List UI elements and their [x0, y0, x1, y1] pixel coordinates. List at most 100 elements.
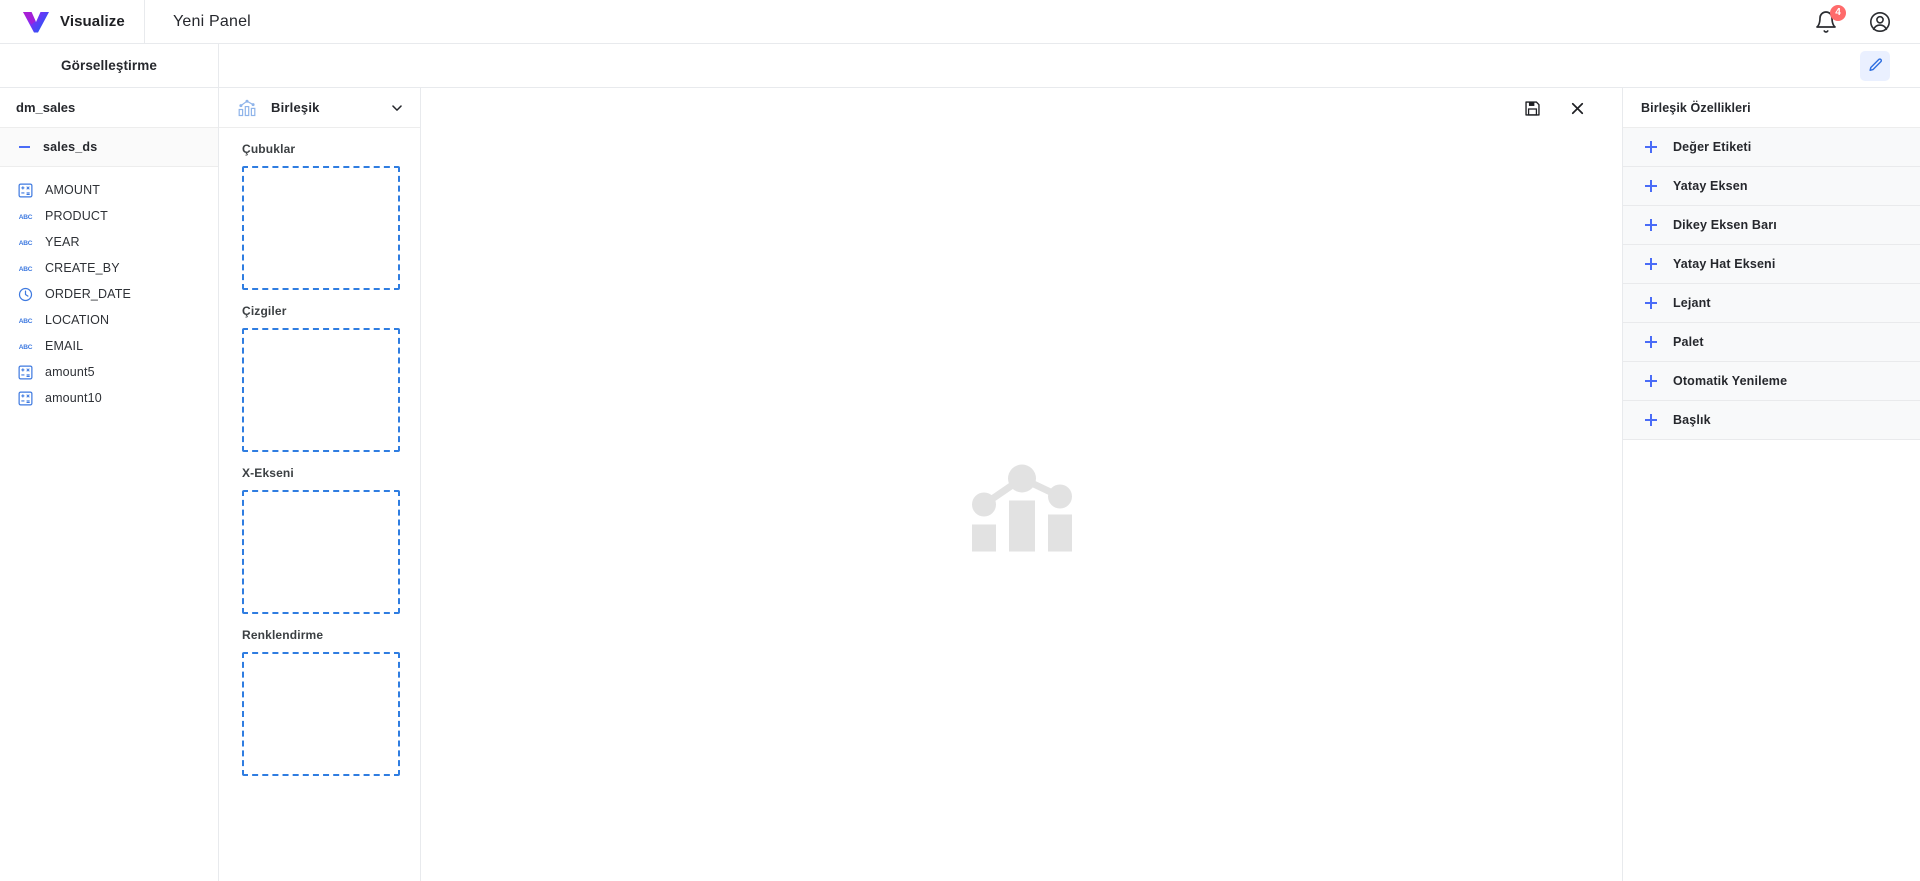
- field-item-order-date[interactable]: ORDER_DATE: [0, 281, 218, 307]
- abc-text-field-icon: ABC: [19, 213, 33, 220]
- property-label: Yatay Eksen: [1673, 179, 1748, 193]
- field-label: amount10: [45, 391, 102, 405]
- sub-toolbar: Görselleştirme: [0, 43, 1920, 88]
- chart-type-selector[interactable]: Birleşik: [219, 88, 420, 128]
- chevron-down-icon: [392, 104, 402, 111]
- abc-text-field-icon: ABC: [19, 239, 33, 246]
- plus-icon: [1645, 375, 1657, 387]
- shelf-zone-label: Çubuklar: [242, 142, 296, 156]
- field-label: EMAIL: [45, 339, 84, 353]
- shelf-zone-renklendirme: Renklendirme: [219, 628, 420, 776]
- chart-type-label: Birleşik: [271, 100, 320, 115]
- numeric-field-icon: [18, 365, 33, 379]
- shelf-zone-cizgiler: Çizgiler: [219, 304, 420, 452]
- minus-icon: [18, 141, 30, 153]
- property-row-yatay-eksen[interactable]: Yatay Eksen: [1623, 167, 1920, 206]
- dropzone-x-ekseni[interactable]: [242, 490, 400, 614]
- close-x-icon[interactable]: [1569, 100, 1586, 117]
- account-circle-icon[interactable]: [1868, 10, 1892, 34]
- top-bar: Visualize Yeni Panel 4: [0, 0, 1920, 44]
- brand-name: Visualize: [60, 13, 125, 30]
- plus-icon: [1645, 258, 1657, 270]
- tab-gorsellestirme[interactable]: Görselleştirme: [0, 43, 219, 88]
- plus-icon: [1645, 297, 1657, 309]
- plus-icon: [1645, 141, 1657, 153]
- main-body: dm_sales sales_ds AMOUNT ABC PRODUCT ABC…: [0, 88, 1920, 881]
- svg-text:ABC: ABC: [19, 343, 33, 350]
- svg-text:ABC: ABC: [19, 239, 33, 246]
- field-item-amount[interactable]: AMOUNT: [0, 177, 218, 203]
- dropzone-cizgiler[interactable]: [242, 328, 400, 452]
- numeric-field-icon: [18, 183, 33, 197]
- shelf-zone-label: Çizgiler: [242, 304, 287, 318]
- property-row-lejant[interactable]: Lejant: [1623, 284, 1920, 323]
- abc-text-field-icon: ABC: [19, 265, 33, 272]
- datasource-title: dm_sales: [0, 88, 218, 128]
- dropzone-cubuklar[interactable]: [242, 166, 400, 290]
- property-row-otomatik-yenileme[interactable]: Otomatik Yenileme: [1623, 362, 1920, 401]
- property-label: Lejant: [1673, 296, 1711, 310]
- property-label: Palet: [1673, 335, 1704, 349]
- property-label: Dikey Eksen Barı: [1673, 218, 1777, 232]
- abc-text-field-icon: ABC: [19, 343, 33, 350]
- topbar-actions: 4: [1814, 4, 1920, 34]
- numeric-field-icon: [18, 391, 33, 405]
- shelf-zone-x-ekseni: X-Ekseni: [219, 466, 420, 614]
- svg-text:ABC: ABC: [19, 213, 33, 220]
- field-item-email[interactable]: ABC EMAIL: [0, 333, 218, 359]
- property-row-deger-etiketi[interactable]: Değer Etiketi: [1623, 128, 1920, 167]
- property-label: Yatay Hat Ekseni: [1673, 257, 1776, 271]
- chart-canvas: [421, 88, 1622, 881]
- svg-text:ABC: ABC: [19, 317, 33, 324]
- edit-button[interactable]: [1860, 50, 1890, 81]
- field-label: LOCATION: [45, 313, 110, 327]
- dataset-row-sales-ds[interactable]: sales_ds: [0, 128, 218, 167]
- properties-title: Birleşik Özellikleri: [1623, 88, 1920, 128]
- plus-icon: [1645, 219, 1657, 231]
- notification-badge: 4: [1830, 4, 1846, 21]
- visualize-v-logo-icon: [23, 11, 49, 32]
- shelf-zone-label: Renklendirme: [242, 628, 324, 642]
- field-item-location[interactable]: ABC LOCATION: [0, 307, 218, 333]
- field-item-product[interactable]: ABC PRODUCT: [0, 203, 218, 229]
- properties-panel: Birleşik Özellikleri Değer Etiketi Yatay…: [1622, 88, 1920, 881]
- plus-icon: [1645, 336, 1657, 348]
- property-row-dikey-eksen-bari[interactable]: Dikey Eksen Barı: [1623, 206, 1920, 245]
- field-item-year[interactable]: ABC YEAR: [0, 229, 218, 255]
- shelf-panel: Birleşik Çubuklar Çizgiler X-Ekseni Renk…: [219, 88, 421, 881]
- brand-area[interactable]: Visualize: [0, 0, 145, 44]
- field-label: ORDER_DATE: [45, 287, 132, 301]
- page-title: Yeni Panel: [173, 12, 251, 30]
- dataset-name: sales_ds: [43, 140, 98, 154]
- field-item-amount10[interactable]: amount10: [0, 385, 218, 411]
- field-label: amount5: [45, 365, 95, 379]
- canvas-toolbar: [421, 88, 1622, 128]
- property-row-baslik[interactable]: Başlık: [1623, 401, 1920, 440]
- clock-date-field-icon: [18, 287, 33, 301]
- shelf-zone-label: X-Ekseni: [242, 466, 294, 480]
- field-label: PRODUCT: [45, 209, 108, 223]
- tab-gorsellestirme-label: Görselleştirme: [61, 58, 157, 73]
- notifications-button[interactable]: 4: [1814, 4, 1846, 34]
- abc-text-field-icon: ABC: [19, 317, 33, 324]
- pencil-edit-icon: [1868, 58, 1882, 72]
- field-label: CREATE_BY: [45, 261, 120, 275]
- combo-chart-icon: [238, 99, 256, 116]
- property-label: Otomatik Yenileme: [1673, 374, 1788, 388]
- field-label: YEAR: [45, 235, 80, 249]
- field-item-amount5[interactable]: amount5: [0, 359, 218, 385]
- field-list: AMOUNT ABC PRODUCT ABC YEAR ABC CREATE_B…: [0, 167, 218, 411]
- dropzone-renklendirme[interactable]: [242, 652, 400, 776]
- svg-text:ABC: ABC: [19, 265, 33, 272]
- plus-icon: [1645, 180, 1657, 192]
- save-floppy-icon[interactable]: [1524, 100, 1541, 117]
- fields-sidebar: dm_sales sales_ds AMOUNT ABC PRODUCT ABC…: [0, 88, 219, 881]
- shelf-zones: Çubuklar Çizgiler X-Ekseni Renklendirme: [219, 128, 420, 881]
- property-row-yatay-hat-ekseni[interactable]: Yatay Hat Ekseni: [1623, 245, 1920, 284]
- property-row-palet[interactable]: Palet: [1623, 323, 1920, 362]
- field-item-create-by[interactable]: ABC CREATE_BY: [0, 255, 218, 281]
- canvas-stage: [421, 128, 1622, 881]
- sub-toolbar-actions: [1860, 50, 1920, 81]
- field-label: AMOUNT: [45, 183, 101, 197]
- combo-chart-placeholder-icon: [971, 464, 1072, 551]
